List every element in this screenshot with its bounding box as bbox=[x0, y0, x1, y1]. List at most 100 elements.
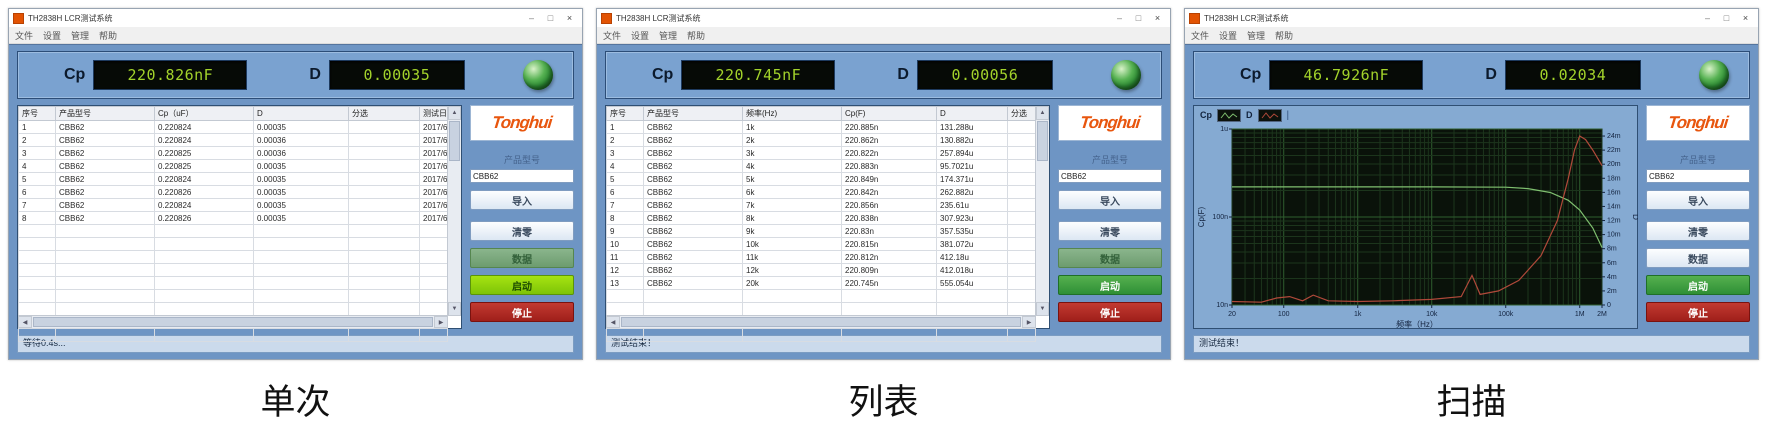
start-button[interactable]: 启动 bbox=[1058, 275, 1162, 295]
vertical-scroll-thumb[interactable] bbox=[449, 121, 460, 161]
table-row[interactable] bbox=[18, 289, 448, 303]
maximize-button[interactable]: □ bbox=[1130, 12, 1147, 25]
table-row[interactable] bbox=[18, 250, 448, 264]
scroll-down-icon[interactable]: ▼ bbox=[448, 302, 461, 316]
table-row[interactable]: 5 CBB62 5k 220.849n 174.371u bbox=[606, 172, 1036, 186]
table-row[interactable]: 11 CBB62 11k 220.812n 412.18u bbox=[606, 250, 1036, 264]
scroll-left-icon[interactable]: ◀ bbox=[606, 316, 620, 328]
scroll-track[interactable] bbox=[448, 162, 461, 302]
chart-legend: Cp D | bbox=[1196, 107, 1637, 123]
window-controls: – □ × bbox=[1111, 12, 1166, 25]
table-row[interactable] bbox=[18, 276, 448, 290]
d-display: 0.00056 bbox=[916, 60, 1053, 90]
table-row[interactable]: 5CBB620.2208240.000352017/6/7/周三 8:52 bbox=[18, 172, 448, 186]
table-row[interactable]: 7CBB620.2208240.000352017/6/7/周三 8:52 bbox=[18, 198, 448, 212]
table-row[interactable] bbox=[18, 263, 448, 277]
horizontal-scrollbar[interactable]: ◀ ▶ bbox=[18, 315, 448, 328]
svg-text:20m: 20m bbox=[1607, 161, 1621, 168]
maximize-button[interactable]: □ bbox=[542, 12, 559, 25]
table-row[interactable]: 1 CBB62 1k 220.885n 131.288u bbox=[606, 120, 1036, 134]
table-row[interactable]: 10 CBB62 10k 220.815n 381.072u bbox=[606, 237, 1036, 251]
clear-button[interactable]: 清零 bbox=[1058, 221, 1162, 241]
legend-cp-curve-icon[interactable] bbox=[1217, 108, 1241, 122]
vertical-scroll-thumb[interactable] bbox=[1037, 121, 1048, 161]
start-button[interactable]: 启动 bbox=[470, 275, 574, 295]
scroll-right-icon[interactable]: ▶ bbox=[434, 316, 448, 328]
content-area: 序号产品型号Cp（uF）D分选测试日期1CBB620.2208240.00035… bbox=[17, 105, 574, 342]
table-row[interactable]: 4 CBB62 4k 220.883n 95.7021u bbox=[606, 159, 1036, 173]
menu-item[interactable]: 文件 bbox=[603, 29, 621, 42]
menu-item[interactable]: 管理 bbox=[659, 29, 677, 42]
menu-item[interactable]: 设置 bbox=[43, 29, 61, 42]
import-button[interactable]: 导入 bbox=[1058, 190, 1162, 210]
cp-label: Cp bbox=[1240, 66, 1262, 83]
start-button[interactable]: 启动 bbox=[1646, 275, 1750, 295]
table-row[interactable]: 12 CBB62 12k 220.809n 412.018u bbox=[606, 263, 1036, 277]
content-area: ▲ ▼ ◀ ▶ Cp bbox=[1193, 105, 1750, 329]
close-button[interactable]: × bbox=[561, 12, 578, 25]
menu-item[interactable]: 设置 bbox=[1219, 29, 1237, 42]
table-row[interactable]: 9 CBB62 9k 220.83n 357.535u bbox=[606, 224, 1036, 238]
table-row[interactable]: 3CBB620.2208250.000362017/6/7/周三 8:52 bbox=[18, 146, 448, 160]
table-row[interactable]: 2 CBB62 2k 220.862n 130.882u bbox=[606, 133, 1036, 147]
table-row[interactable]: 13 CBB62 20k 220.745n 555.054u bbox=[606, 276, 1036, 290]
title-bar: TH2838H LCR测试系统 – □ × bbox=[1185, 9, 1758, 27]
table-row[interactable]: 8CBB620.2208260.000352017/6/7/周三 8:52 bbox=[18, 211, 448, 225]
table-row[interactable]: 3 CBB62 3k 220.822n 257.894u bbox=[606, 146, 1036, 160]
menu-item[interactable]: 文件 bbox=[1191, 29, 1209, 42]
menu-item[interactable]: 管理 bbox=[1247, 29, 1265, 42]
menu-item[interactable]: 文件 bbox=[15, 29, 33, 42]
minimize-button[interactable]: – bbox=[1699, 12, 1716, 25]
horizontal-scroll-thumb[interactable] bbox=[33, 317, 433, 327]
vertical-scrollbar[interactable]: ▲ ▼ bbox=[1035, 106, 1049, 316]
import-button[interactable]: 导入 bbox=[1646, 190, 1750, 210]
table-row[interactable] bbox=[18, 302, 448, 316]
table-row[interactable] bbox=[18, 237, 448, 251]
scroll-up-icon[interactable]: ▲ bbox=[1036, 106, 1049, 120]
horizontal-scrollbar[interactable]: ◀ ▶ bbox=[606, 315, 1036, 328]
vertical-scrollbar[interactable]: ▲ ▼ bbox=[447, 106, 461, 316]
table-row[interactable]: 6CBB620.2208260.000352017/6/7/周三 8:52 bbox=[18, 185, 448, 199]
data-button[interactable]: 数据 bbox=[1646, 248, 1750, 268]
minimize-button[interactable]: – bbox=[523, 12, 540, 25]
maximize-button[interactable]: □ bbox=[1718, 12, 1735, 25]
table-row[interactable]: 1CBB620.2208240.000352017/6/7/周三 8:52 bbox=[18, 120, 448, 134]
stop-button[interactable]: 停止 bbox=[1058, 302, 1162, 322]
table-row[interactable]: 6 CBB62 6k 220.842n 262.882u bbox=[606, 185, 1036, 199]
clear-button[interactable]: 清零 bbox=[1646, 221, 1750, 241]
minimize-button[interactable]: – bbox=[1111, 12, 1128, 25]
clear-button[interactable]: 清零 bbox=[470, 221, 574, 241]
product-model-input[interactable] bbox=[470, 169, 574, 183]
scroll-right-icon[interactable]: ▶ bbox=[1022, 316, 1036, 328]
legend-d-curve-icon[interactable] bbox=[1257, 108, 1282, 122]
scroll-down-icon[interactable]: ▼ bbox=[1036, 302, 1049, 316]
close-button[interactable]: × bbox=[1149, 12, 1166, 25]
table-row[interactable]: 7 CBB62 7k 220.856n 235.61u bbox=[606, 198, 1036, 212]
scroll-track[interactable] bbox=[1036, 162, 1049, 302]
menu-item[interactable]: 帮助 bbox=[687, 29, 705, 42]
menu-item[interactable]: 设置 bbox=[631, 29, 649, 42]
table-row[interactable] bbox=[18, 224, 448, 238]
table-row[interactable] bbox=[606, 289, 1036, 303]
scroll-left-icon[interactable]: ◀ bbox=[18, 316, 32, 328]
menu-item[interactable]: 帮助 bbox=[99, 29, 117, 42]
table-row[interactable]: 4CBB620.2208250.000352017/6/7/周三 8:52 bbox=[18, 159, 448, 173]
import-button[interactable]: 导入 bbox=[470, 190, 574, 210]
table-row[interactable] bbox=[606, 328, 1036, 342]
product-model-input[interactable] bbox=[1646, 169, 1750, 183]
product-model-input[interactable] bbox=[1058, 169, 1162, 183]
table-row[interactable]: 2CBB620.2208240.000362017/6/7/周三 8:52 bbox=[18, 133, 448, 147]
close-button[interactable]: × bbox=[1737, 12, 1754, 25]
table-row[interactable]: 8 CBB62 8k 220.838n 307.923u bbox=[606, 211, 1036, 225]
horizontal-scroll-thumb[interactable] bbox=[621, 317, 1021, 327]
column-header: D bbox=[253, 106, 349, 121]
menu-item[interactable]: 帮助 bbox=[1275, 29, 1293, 42]
table-row[interactable] bbox=[18, 328, 448, 342]
stop-button[interactable]: 停止 bbox=[470, 302, 574, 322]
stop-button[interactable]: 停止 bbox=[1646, 302, 1750, 322]
menu-bar: 文件 设置 管理 帮助 bbox=[9, 27, 582, 44]
svg-text:10m: 10m bbox=[1607, 232, 1621, 239]
scroll-up-icon[interactable]: ▲ bbox=[448, 106, 461, 120]
menu-item[interactable]: 管理 bbox=[71, 29, 89, 42]
table-row[interactable] bbox=[606, 302, 1036, 316]
